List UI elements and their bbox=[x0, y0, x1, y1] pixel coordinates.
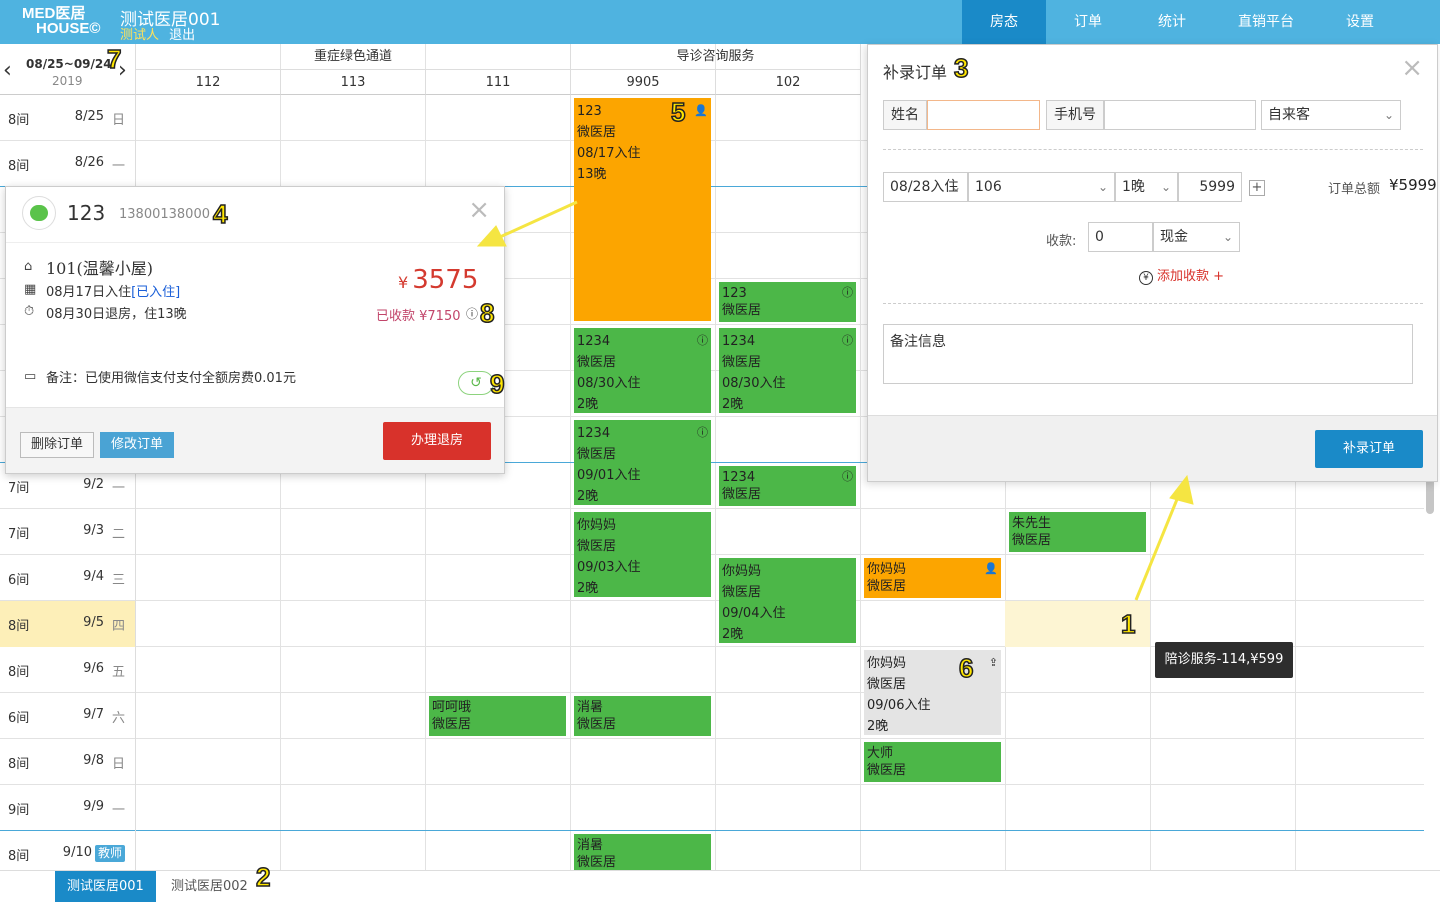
annotation-8: 8 bbox=[479, 297, 495, 329]
annotation-9: 9 bbox=[489, 368, 505, 400]
annotation-6: 6 bbox=[958, 652, 974, 684]
annotation-arrows bbox=[476, 200, 1194, 601]
annotation-3: 3 bbox=[953, 52, 969, 84]
annotation-5: 5 bbox=[670, 96, 686, 128]
annotation-7: 7 bbox=[106, 43, 122, 75]
annotation-1: 1 bbox=[1120, 608, 1136, 640]
arrow-to-panel bbox=[1134, 474, 1194, 601]
arrow-to-popup bbox=[476, 200, 578, 247]
annotation-4: 4 bbox=[212, 198, 228, 230]
annotation-2: 2 bbox=[255, 861, 271, 893]
